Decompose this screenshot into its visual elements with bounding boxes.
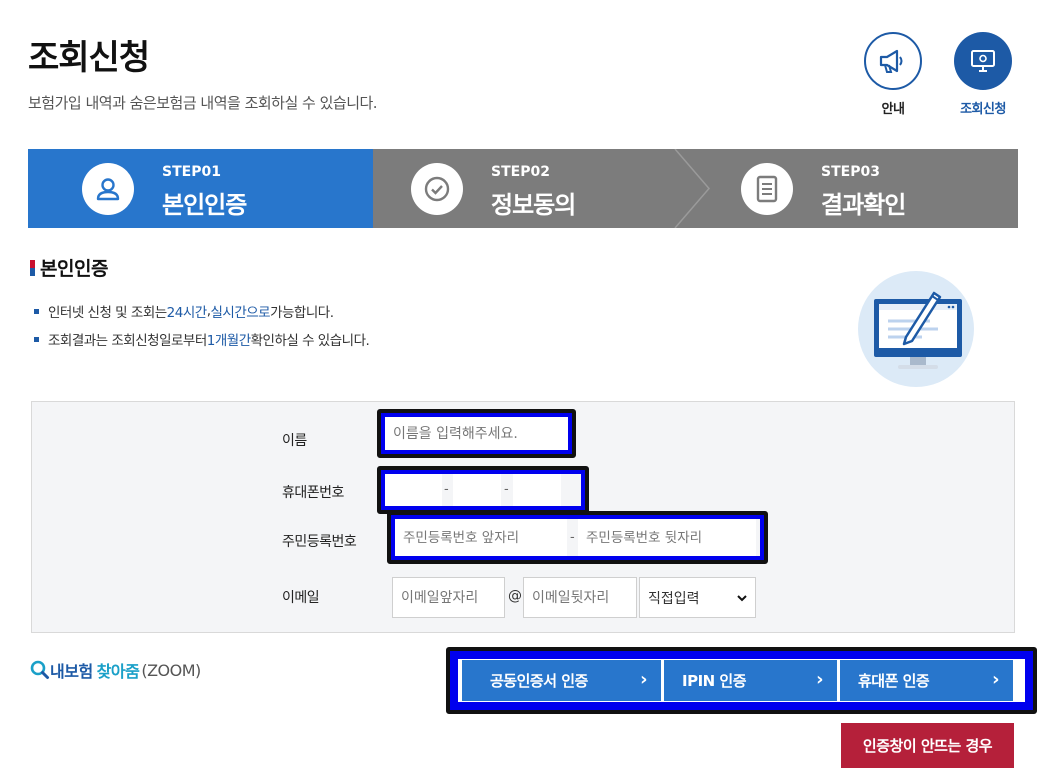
page-title: 조회신청 xyxy=(28,38,150,78)
rrn-front-input[interactable] xyxy=(395,519,567,556)
rrn-back-input[interactable] xyxy=(578,519,756,556)
rrn-label: 주민등록번호 xyxy=(282,534,357,550)
phone-part3-input[interactable] xyxy=(513,474,561,506)
notice-text: 조회결과는 조회신청일로부터 xyxy=(48,333,207,349)
phone-label: 휴대폰번호 xyxy=(282,485,344,501)
zoom-logo-text: 내보험 xyxy=(50,662,93,681)
document-icon xyxy=(741,163,793,215)
megaphone-icon xyxy=(864,32,922,90)
popup-blocked-help-button[interactable]: 인증창이 안뜨는 경우 xyxy=(841,723,1014,768)
zoom-logo: 내보험 찾아줌 (ZOOM) xyxy=(30,658,201,682)
notice-text: 가능합니다. xyxy=(270,305,334,321)
phone-auth-button[interactable]: 휴대폰 인증 › xyxy=(840,660,1013,701)
notice-text: 확인하실 수 있습니다. xyxy=(250,333,370,349)
email-domain-select[interactable]: 직접입력 xyxy=(639,577,756,618)
email-domain-value: 직접입력 xyxy=(648,590,700,607)
step-progress-bar: STEP01 본인인증 STEP02 정보동의 STEP03 결과확인 xyxy=(28,149,1018,228)
page-description: 보험가입 내역과 숨은보험금 내역을 조회하실 수 있습니다. xyxy=(28,94,378,112)
auth-button-label: IPIN 인증 xyxy=(682,672,747,690)
name-label: 이름 xyxy=(282,433,307,449)
monitor-icon xyxy=(954,32,1012,90)
notice-item: 조회결과는 조회신청일로부터 1개월간 확인하실 수 있습니다. xyxy=(34,329,370,349)
user-icon xyxy=(82,163,134,215)
section-title-text: 본인인증 xyxy=(40,258,108,280)
step-number: STEP03 xyxy=(821,164,880,180)
section-title: 본인인증 xyxy=(30,254,108,281)
notice-text: 인터넷 신청 및 조회는 xyxy=(48,305,167,321)
chevron-right-icon: › xyxy=(640,669,647,690)
quick-menu-guide[interactable]: 안내 xyxy=(861,32,925,117)
computer-writing-illustration-icon xyxy=(858,271,974,387)
magnifier-icon xyxy=(30,660,49,679)
auth-button-label: 공동인증서 인증 xyxy=(490,672,588,690)
email-label: 이메일 xyxy=(282,590,320,606)
phone-separator: - xyxy=(444,482,449,497)
zoom-logo-text: (ZOOM) xyxy=(141,660,201,680)
check-circle-icon xyxy=(411,163,463,215)
step-name: 결과확인 xyxy=(821,191,906,219)
step-1: STEP01 본인인증 xyxy=(28,149,373,228)
notice-item: 인터넷 신청 및 조회는 24시간 , 실시간으로 가능합니다. xyxy=(34,301,334,321)
chevron-right-icon: › xyxy=(816,669,823,690)
step-name: 정보동의 xyxy=(491,191,576,219)
notice-highlight: 24시간 xyxy=(166,305,208,321)
name-input[interactable] xyxy=(385,417,568,450)
step-number: STEP01 xyxy=(162,164,221,180)
auth-button-label: 휴대폰 인증 xyxy=(858,672,930,690)
title-marker xyxy=(30,259,35,276)
ipin-auth-button[interactable]: IPIN 인증 › xyxy=(664,660,837,701)
email-back-input[interactable] xyxy=(523,577,637,618)
chevron-right-icon: › xyxy=(992,669,999,690)
phone-part1-input[interactable] xyxy=(385,474,442,506)
quick-menu-label: 안내 xyxy=(881,102,905,117)
notice-highlight: 1개월간 xyxy=(206,333,251,349)
step-3: STEP03 결과확인 xyxy=(741,149,1011,228)
rrn-separator: - xyxy=(570,530,575,545)
zoom-logo-text: 찾아줌 xyxy=(96,662,140,681)
bullet-icon xyxy=(34,308,39,314)
quick-menu-inquiry[interactable]: 조회신청 xyxy=(951,32,1015,117)
phone-separator: - xyxy=(504,482,509,497)
quick-menu-label: 조회신청 xyxy=(960,102,1006,117)
email-at-sign: @ xyxy=(508,588,522,604)
chevron-down-icon xyxy=(737,594,747,601)
step-arrow xyxy=(341,149,373,227)
step-number: STEP02 xyxy=(491,164,550,180)
email-front-input[interactable] xyxy=(392,577,505,618)
bullet-icon xyxy=(34,336,39,342)
certificate-auth-button[interactable]: 공동인증서 인증 › xyxy=(462,660,661,701)
step-2: STEP02 정보동의 xyxy=(411,149,691,228)
step-name: 본인인증 xyxy=(162,191,247,219)
phone-part2-input[interactable] xyxy=(453,474,501,506)
notice-highlight: 실시간으로 xyxy=(210,305,271,321)
